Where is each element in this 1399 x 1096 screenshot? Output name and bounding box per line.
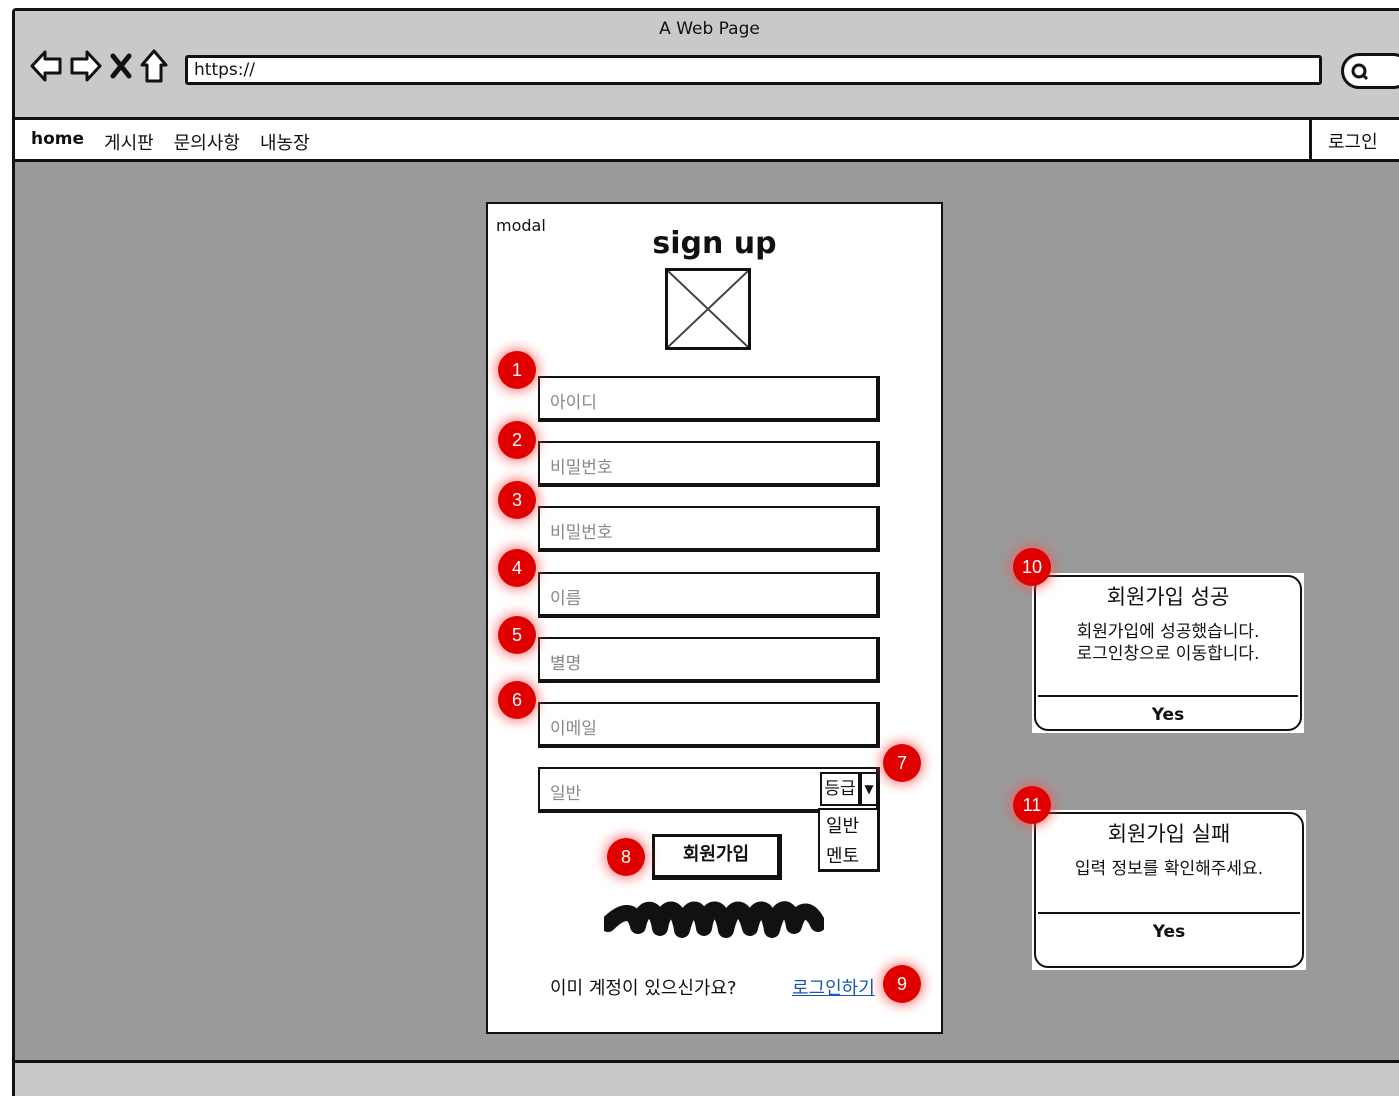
annotation-badge: 2 [498, 421, 536, 459]
grade-option-mentor[interactable]: 멘토 [826, 842, 871, 872]
name-field[interactable]: 이름 [538, 572, 880, 618]
alert-yes-button[interactable]: Yes [1036, 705, 1300, 725]
have-account-text: 이미 계정이 있으신가요? [550, 978, 737, 999]
grade-option-general[interactable]: 일반 [826, 812, 871, 842]
grade-dropdown: 일반 멘토 [818, 808, 880, 872]
scribble-mark [604, 901, 824, 938]
email-field[interactable]: 이메일 [538, 702, 880, 748]
address-bar[interactable]: https:// [185, 55, 1322, 85]
password-field[interactable]: 비밀번호 [538, 441, 880, 487]
search-icon [1350, 62, 1370, 86]
nav-item-my-farm[interactable]: 내농장 [260, 129, 310, 155]
alert-divider [1038, 912, 1300, 914]
annotation-badge: 1 [498, 351, 536, 389]
annotation-badge: 5 [498, 616, 536, 654]
title-bar: A Web Page https:// [15, 11, 1399, 116]
main-nav: home 게시판 문의사항 내농장 [31, 129, 310, 155]
alert-title: 회원가입 성공 [1106, 585, 1230, 609]
annotation-badge: 11 [1013, 786, 1051, 824]
login-nav-button[interactable]: 로그인 ... [1309, 117, 1399, 173]
alert-message-line: 로그인창으로 이동합니다. [1076, 644, 1260, 664]
stop-icon[interactable] [109, 47, 133, 85]
alert-frame: 회원가입 성공 회원가입에 성공했습니다. 로그인창으로 이동합니다. Yes [1034, 575, 1302, 731]
modal-title: sign up [652, 226, 777, 261]
home-icon[interactable] [139, 45, 169, 87]
nav-item-inquiry[interactable]: 문의사항 [174, 129, 240, 155]
alert-yes-button[interactable]: Yes [1036, 922, 1302, 942]
nav-controls [29, 45, 169, 87]
window-title: A Web Page [659, 19, 760, 39]
annotation-badge: 4 [498, 549, 536, 587]
annotation-badge: 10 [1013, 548, 1051, 586]
grade-button[interactable]: 등급 [820, 772, 860, 806]
forward-icon[interactable] [69, 47, 103, 85]
login-link[interactable]: 로그인하기 [792, 974, 875, 1000]
annotation-badge: 7 [883, 744, 921, 782]
signup-success-alert: 회원가입 성공 회원가입에 성공했습니다. 로그인창으로 이동합니다. Yes [1032, 573, 1304, 733]
alert-divider [1038, 695, 1298, 697]
alert-message-line: 회원가입에 성공했습니다. [1076, 622, 1260, 642]
grade-select[interactable]: 일반 등급 ▼ [538, 767, 880, 813]
signup-button[interactable]: 회원가입 [652, 834, 782, 880]
grade-value: 일반 [550, 784, 582, 804]
annotation-badge: 8 [607, 838, 645, 876]
dropdown-arrow-icon[interactable]: ▼ [860, 772, 878, 806]
image-placeholder [665, 268, 751, 350]
annotation-badge: 6 [498, 681, 536, 719]
search-box[interactable] [1341, 53, 1399, 89]
nav-item-home[interactable]: home [31, 129, 84, 155]
signup-failure-alert: 회원가입 실패 입력 정보를 확인해주세요. Yes [1032, 810, 1306, 970]
password-confirm-field[interactable]: 비밀번호 [538, 506, 880, 552]
annotation-badge: 9 [883, 965, 921, 1003]
back-icon[interactable] [29, 47, 63, 85]
annotation-badge: 3 [498, 481, 536, 519]
alert-title: 회원가입 실패 [1107, 822, 1231, 846]
menu-bar: home 게시판 문의사항 내농장 로그인 ... [15, 117, 1399, 173]
nav-item-board[interactable]: 게시판 [104, 129, 154, 155]
login-nav-label: 로그인 [1328, 132, 1378, 153]
alert-frame: 회원가입 실패 입력 정보를 확인해주세요. Yes [1034, 812, 1304, 968]
nickname-field[interactable]: 별명 [538, 637, 880, 683]
status-bar [15, 1060, 1399, 1096]
id-field[interactable]: 아이디 [538, 376, 880, 422]
alert-message-line: 입력 정보를 확인해주세요. [1074, 859, 1264, 879]
signup-modal: modal sign up 아이디 비밀번호 비밀번호 이름 별명 이메일 일반… [486, 202, 943, 1034]
